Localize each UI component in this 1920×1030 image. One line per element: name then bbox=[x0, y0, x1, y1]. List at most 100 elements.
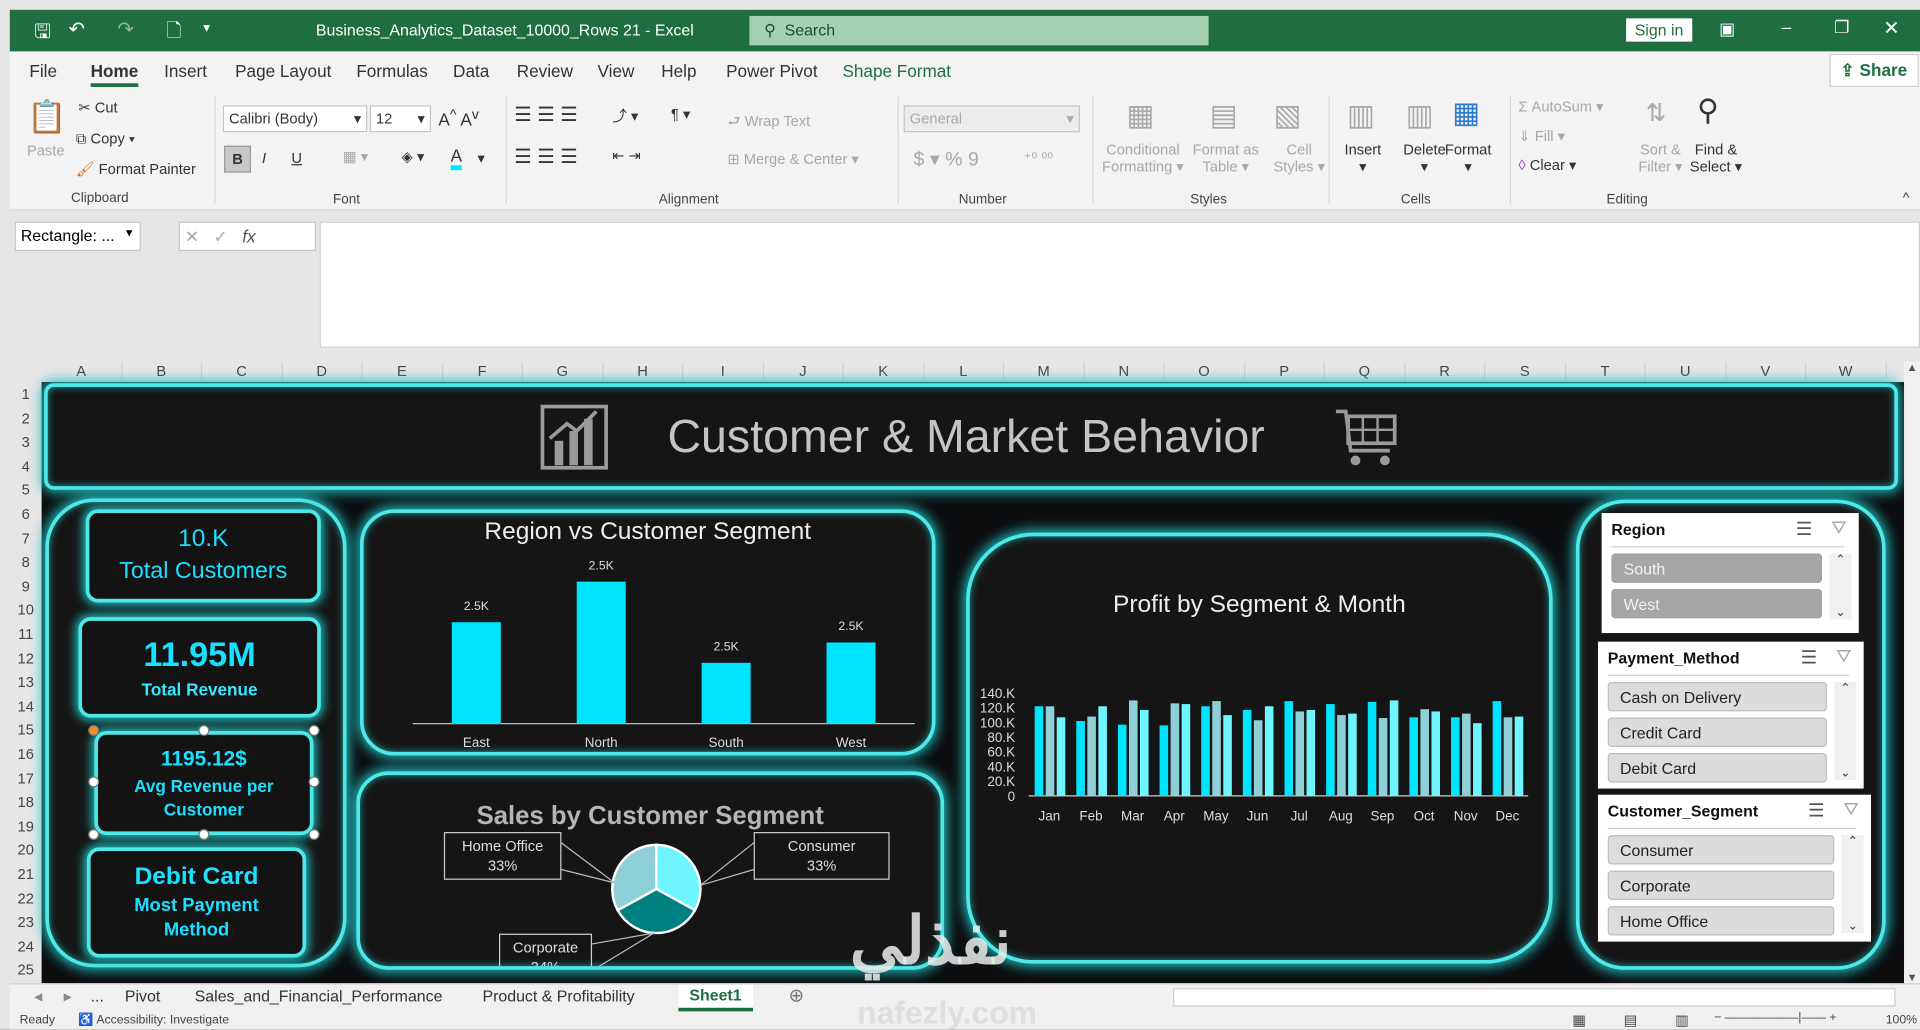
column-header[interactable]: M bbox=[1004, 362, 1085, 380]
bar-dec-series3[interactable] bbox=[1514, 716, 1524, 796]
resize-handle[interactable] bbox=[198, 828, 210, 841]
bar-apr-series2[interactable] bbox=[1170, 703, 1180, 796]
new-file-icon[interactable]: 🗋 bbox=[167, 18, 182, 49]
delete-cells-icon[interactable]: ▥ bbox=[1406, 98, 1434, 134]
clear-button[interactable]: ◊ Clear ▾ bbox=[1518, 157, 1576, 174]
column-header[interactable]: V bbox=[1726, 362, 1807, 380]
increase-font-icon[interactable]: A^ Av bbox=[438, 107, 479, 130]
column-header[interactable]: O bbox=[1164, 362, 1245, 380]
column-header[interactable]: G bbox=[523, 362, 604, 380]
column-header[interactable]: E bbox=[362, 362, 443, 380]
resize-handle[interactable] bbox=[308, 724, 320, 736]
kpi-avg-revenue[interactable]: 1195.12$ Avg Revenue per Customer bbox=[94, 731, 314, 836]
column-header[interactable]: K bbox=[844, 362, 924, 380]
row-header[interactable]: 12 bbox=[10, 650, 42, 667]
resize-handle[interactable] bbox=[198, 724, 210, 736]
column-header[interactable]: N bbox=[1084, 362, 1165, 380]
bar-oct-series2[interactable] bbox=[1420, 709, 1429, 796]
bar-nov-series3[interactable] bbox=[1473, 723, 1482, 796]
autosum-button[interactable]: Σ AutoSum ▾ bbox=[1518, 98, 1603, 115]
ribbon-display-icon[interactable]: ▣ bbox=[1719, 18, 1735, 39]
cell-styles-button[interactable]: Cell Styles ▾ bbox=[1273, 141, 1324, 175]
tab-page-layout[interactable]: Page Layout bbox=[235, 61, 331, 81]
multi-select-icon[interactable]: ☰ bbox=[1796, 518, 1812, 540]
align-top-icon[interactable]: ☰ ☰ ☰ bbox=[514, 103, 578, 127]
clear-filter-icon[interactable]: ⛛ bbox=[1836, 647, 1851, 668]
slicer-scrollbar[interactable]: ⌃ ⌄ bbox=[1834, 682, 1857, 781]
name-box[interactable]: Rectangle: ... ▼ bbox=[14, 221, 141, 252]
italic-button[interactable]: I bbox=[262, 149, 266, 166]
bar-south[interactable] bbox=[701, 662, 751, 724]
row-header[interactable]: 22 bbox=[10, 890, 42, 907]
close-icon[interactable]: ✕ bbox=[1883, 16, 1899, 40]
enter-icon[interactable]: ✓ bbox=[214, 227, 228, 247]
format-as-table-icon[interactable]: ▤ bbox=[1210, 98, 1238, 134]
row-header[interactable]: 11 bbox=[10, 626, 42, 643]
bar-sep-series1[interactable] bbox=[1367, 701, 1377, 796]
row-header[interactable]: 15 bbox=[10, 722, 42, 739]
resize-handle[interactable] bbox=[88, 828, 100, 841]
paste-button[interactable]: Paste bbox=[27, 142, 65, 159]
sheet-tab-sales[interactable]: Sales_and_Financial_Performance bbox=[195, 987, 443, 1005]
underline-button[interactable]: U bbox=[291, 149, 302, 166]
bar-mar-series1[interactable] bbox=[1117, 724, 1127, 796]
undo-icon[interactable]: ↶ bbox=[69, 17, 85, 41]
bar-oct-series3[interactable] bbox=[1431, 711, 1441, 796]
customize-qat-icon[interactable]: ▾ bbox=[203, 20, 210, 36]
column-header[interactable]: U bbox=[1646, 362, 1726, 380]
column-header[interactable]: C bbox=[202, 362, 283, 380]
vertical-scrollbar[interactable]: ▲ ▼ bbox=[1904, 361, 1920, 983]
slicer-item[interactable]: Consumer bbox=[1607, 835, 1835, 865]
row-header[interactable]: 18 bbox=[10, 794, 42, 811]
minimize-icon[interactable]: – bbox=[1782, 17, 1792, 37]
column-header[interactable]: A bbox=[42, 362, 122, 380]
bar-jun-series2[interactable] bbox=[1253, 720, 1263, 796]
row-header[interactable]: 16 bbox=[10, 746, 42, 763]
row-header[interactable]: 5 bbox=[10, 482, 42, 499]
row-header[interactable]: 9 bbox=[10, 578, 42, 595]
tab-power-pivot[interactable]: Power Pivot bbox=[726, 61, 817, 81]
row-header[interactable]: 8 bbox=[10, 554, 42, 571]
row-header[interactable]: 1 bbox=[10, 386, 42, 403]
rotate-handle[interactable] bbox=[88, 724, 100, 736]
row-header[interactable]: 23 bbox=[10, 914, 42, 931]
bar-jul-series2[interactable] bbox=[1295, 711, 1305, 796]
row-header[interactable]: 17 bbox=[10, 770, 42, 787]
sort-filter-button[interactable]: Sort & Filter ▾ bbox=[1638, 141, 1682, 175]
conditional-formatting-icon[interactable]: ▦ bbox=[1127, 98, 1155, 134]
text-direction-icon[interactable]: ¶ ▾ bbox=[671, 105, 690, 122]
multi-select-icon[interactable]: ☰ bbox=[1808, 800, 1824, 822]
column-header[interactable]: D bbox=[282, 362, 363, 380]
resize-handle[interactable] bbox=[308, 828, 320, 841]
multi-select-icon[interactable]: ☰ bbox=[1801, 647, 1817, 669]
sort-filter-icon[interactable]: ⇅ bbox=[1646, 98, 1667, 129]
decimal-icon[interactable]: ⁺⁰ ⁰⁰ bbox=[1024, 149, 1054, 166]
bar-apr-series1[interactable] bbox=[1159, 725, 1169, 796]
slicer-item[interactable]: Credit Card bbox=[1607, 717, 1827, 747]
tab-data[interactable]: Data bbox=[453, 61, 489, 81]
sheet-tab-pivot[interactable]: Pivot bbox=[125, 987, 160, 1005]
row-header[interactable]: 13 bbox=[10, 674, 42, 691]
column-header[interactable]: F bbox=[443, 362, 523, 380]
clear-filter-icon[interactable]: ⛛ bbox=[1843, 800, 1858, 821]
clear-filter-icon[interactable]: ⛛ bbox=[1831, 518, 1846, 539]
more-sheets-button[interactable]: ... bbox=[91, 987, 104, 1005]
redo-icon[interactable]: ↷ bbox=[118, 17, 134, 41]
indent-icon[interactable]: ⇤ ⇥ bbox=[612, 147, 641, 164]
paste-icon[interactable]: 📋 bbox=[27, 98, 67, 136]
format-cells-button[interactable]: Format ▾ bbox=[1445, 141, 1492, 175]
font-size-select[interactable]: 12 ▾ bbox=[369, 105, 432, 133]
find-icon[interactable]: ⚲ bbox=[1697, 93, 1719, 129]
horizontal-scrollbar[interactable] bbox=[1173, 988, 1896, 1007]
row-header[interactable]: 10 bbox=[10, 602, 42, 619]
bar-aug-series2[interactable] bbox=[1337, 715, 1346, 796]
tab-file[interactable]: File bbox=[29, 61, 57, 81]
row-header[interactable]: 2 bbox=[10, 410, 42, 427]
slicer-scrollbar[interactable]: ⌃ ⌄ bbox=[1841, 835, 1864, 934]
column-header[interactable]: P bbox=[1245, 362, 1325, 380]
fx-icon[interactable]: fx bbox=[242, 227, 255, 247]
column-header[interactable]: Q bbox=[1325, 362, 1406, 380]
bar-jan-series3[interactable] bbox=[1056, 717, 1066, 796]
find-select-button[interactable]: Find & Select ▾ bbox=[1690, 141, 1742, 175]
zoom-slider[interactable]: − ——————|—— + bbox=[1714, 1011, 1836, 1024]
